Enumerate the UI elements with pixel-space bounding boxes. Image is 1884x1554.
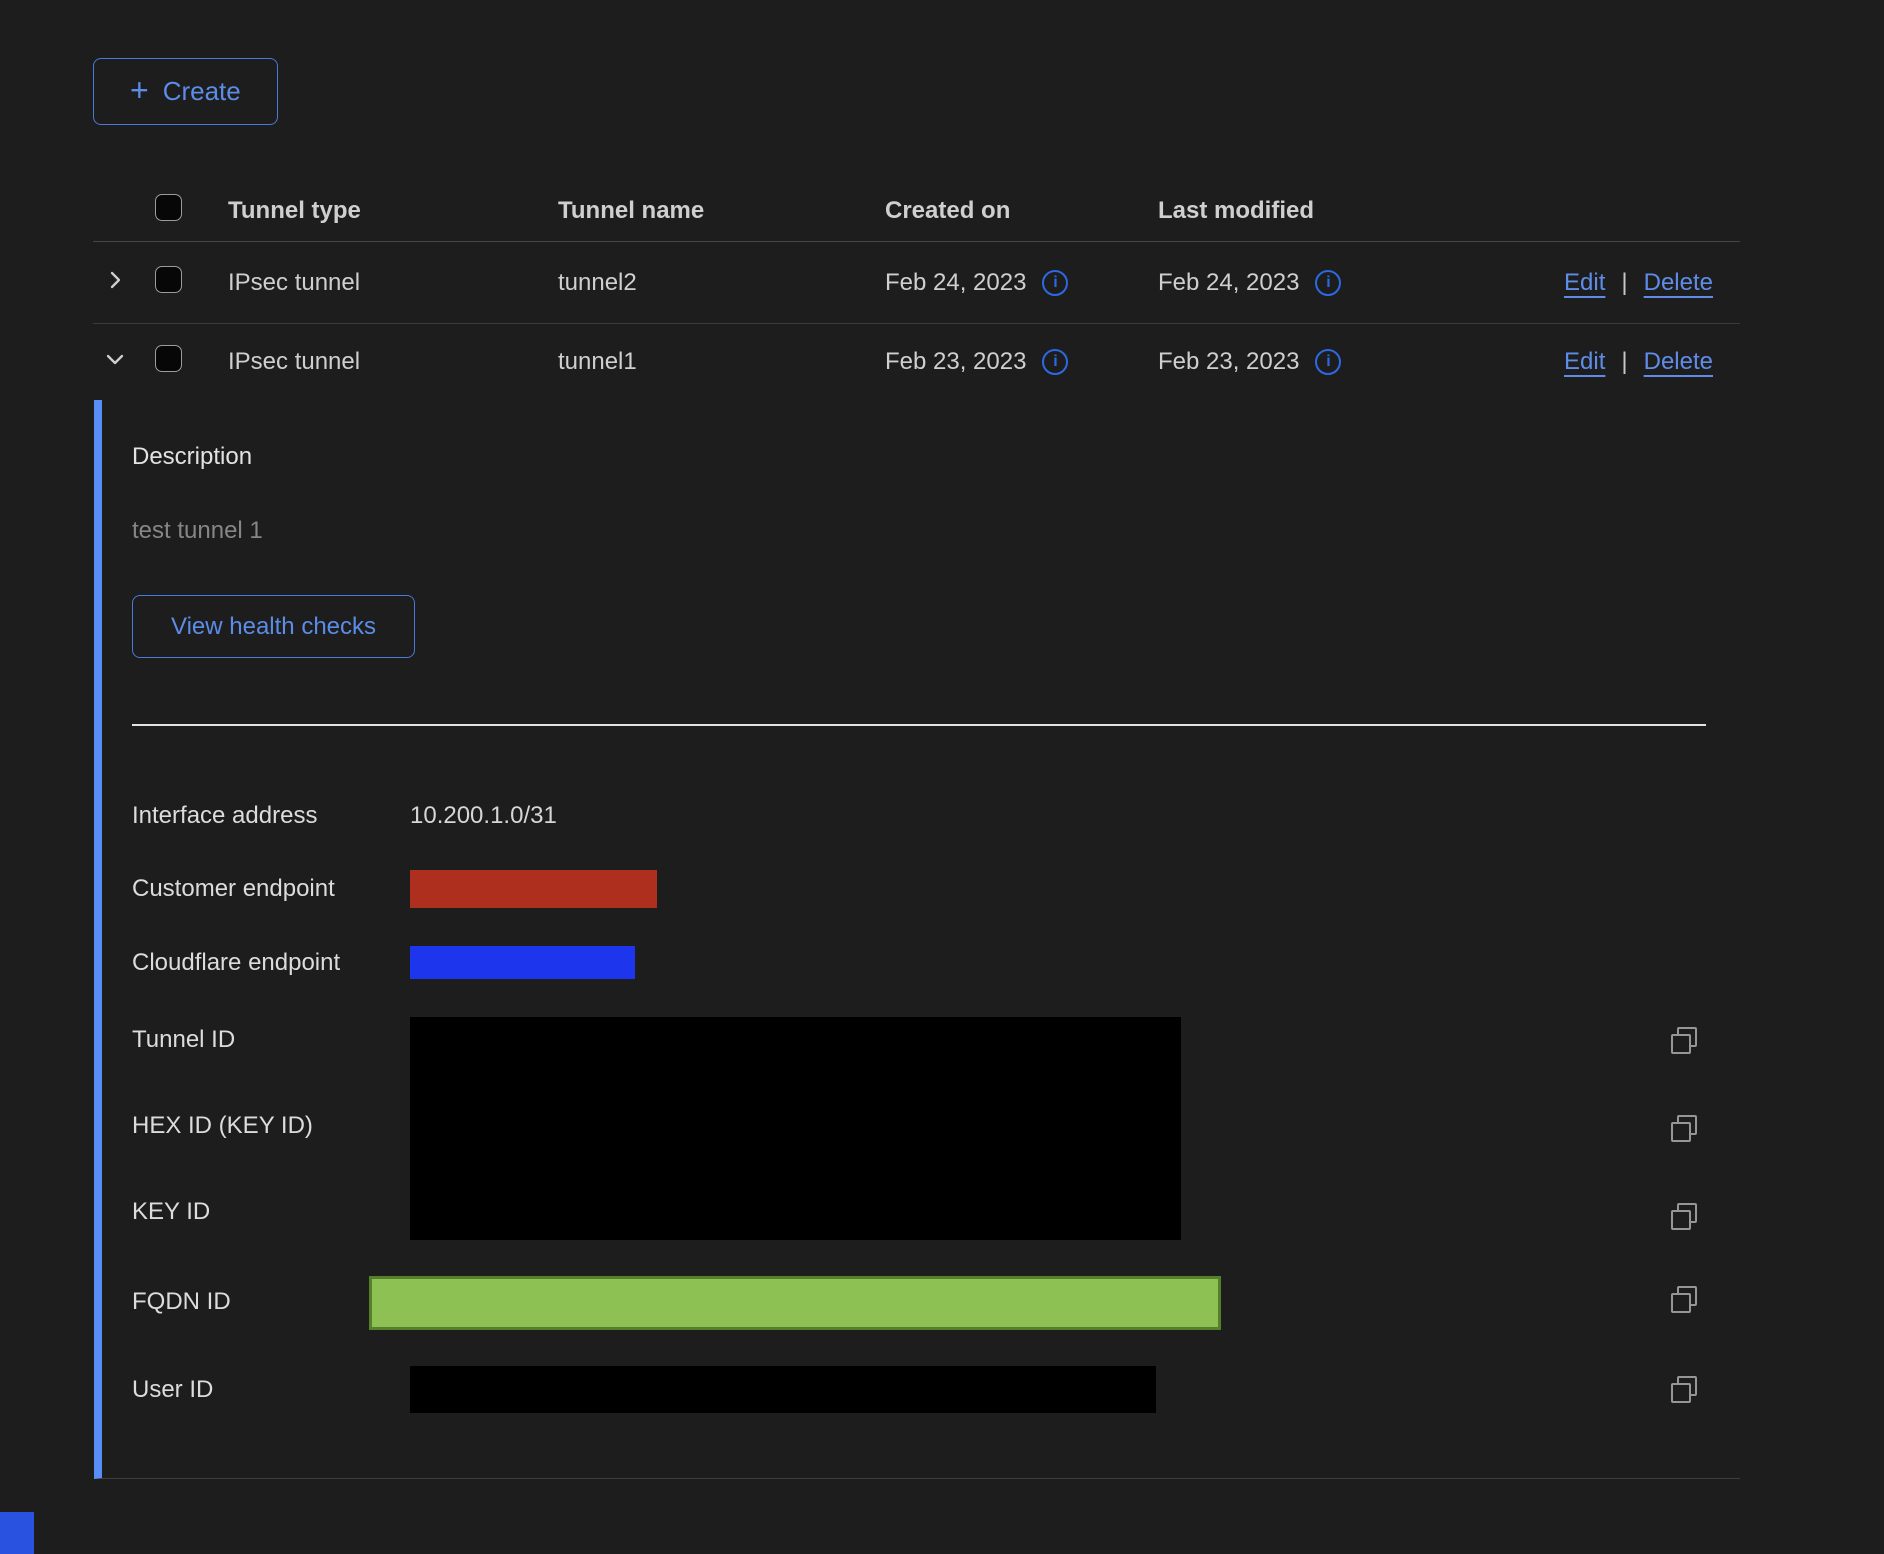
user-id-label: User ID: [132, 1376, 410, 1404]
tunnels-table: Tunnel type Tunnel name Created on Last …: [93, 180, 1740, 1479]
chevron-right-icon: [103, 268, 127, 295]
tunnel-ids-row: Tunnel ID HEX ID (KEY ID) KEY ID: [132, 1017, 1740, 1240]
create-button-label: Create: [163, 76, 241, 107]
copy-user-id-button[interactable]: [1670, 1376, 1698, 1404]
hex-id-label: HEX ID (KEY ID): [132, 1109, 410, 1143]
fqdn-id-row: FQDN ID: [132, 1276, 1740, 1330]
user-id-redaction: [410, 1366, 1156, 1413]
copy-icon: [1670, 1286, 1698, 1314]
fqdn-id-redaction: [369, 1276, 1221, 1330]
customer-endpoint-row: Customer endpoint: [132, 870, 1740, 908]
table-header-row: Tunnel type Tunnel name Created on Last …: [93, 180, 1740, 242]
last-modified-cell: Feb 24, 2023: [1158, 269, 1299, 297]
info-icon[interactable]: i: [1042, 349, 1068, 375]
interface-address-label: Interface address: [132, 802, 410, 830]
actions-separator: |: [1621, 269, 1627, 297]
copy-icon: [1670, 1203, 1698, 1231]
column-header-last-modified: Last modified: [1137, 197, 1437, 225]
interface-address-value: 10.200.1.0/31: [410, 802, 1670, 830]
created-on-cell: Feb 23, 2023: [885, 348, 1026, 376]
copy-hex-id-button[interactable]: [1670, 1115, 1698, 1143]
copy-key-id-button[interactable]: [1670, 1203, 1698, 1231]
expand-row-button[interactable]: [100, 266, 130, 296]
actions-separator: |: [1621, 348, 1627, 376]
create-button[interactable]: + Create: [93, 58, 278, 125]
copy-icon: [1670, 1376, 1698, 1404]
row-checkbox[interactable]: [155, 266, 182, 293]
copy-icon: [1670, 1115, 1698, 1143]
copy-tunnel-id-button[interactable]: [1670, 1027, 1698, 1055]
tunnel-type-cell: IPsec tunnel: [207, 269, 537, 297]
info-icon[interactable]: i: [1315, 270, 1341, 296]
table-row-tunnel1: IPsec tunnel tunnel1 Feb 23, 2023 i Feb …: [93, 324, 1740, 400]
view-health-checks-button[interactable]: View health checks: [132, 595, 415, 658]
expanded-tunnel-panel: Description test tunnel 1 View health ch…: [94, 400, 1740, 1479]
edit-link[interactable]: Edit: [1564, 348, 1605, 376]
description-label: Description: [132, 443, 1740, 471]
key-id-label: KEY ID: [132, 1195, 410, 1229]
description-value: test tunnel 1: [132, 517, 1740, 545]
customer-endpoint-label: Customer endpoint: [132, 875, 410, 903]
chevron-down-icon: [103, 347, 127, 374]
customer-endpoint-redaction: [410, 870, 657, 908]
column-header-created-on: Created on: [864, 197, 1137, 225]
created-on-cell: Feb 24, 2023: [885, 269, 1026, 297]
table-row-tunnel2: IPsec tunnel tunnel2 Feb 24, 2023 i Feb …: [93, 242, 1740, 324]
last-modified-cell: Feb 23, 2023: [1158, 348, 1299, 376]
copy-icon: [1670, 1027, 1698, 1055]
edit-link[interactable]: Edit: [1564, 269, 1605, 297]
cloudflare-endpoint-label: Cloudflare endpoint: [132, 949, 410, 977]
collapse-row-button[interactable]: [100, 346, 130, 376]
select-all-checkbox[interactable]: [155, 194, 182, 221]
tunnel-id-label: Tunnel ID: [132, 1023, 410, 1057]
tunnels-page: + Create Tunnel type Tunnel name Created…: [0, 0, 1740, 1479]
copy-fqdn-id-button[interactable]: [1670, 1286, 1698, 1314]
info-icon[interactable]: i: [1315, 349, 1341, 375]
column-header-tunnel-type: Tunnel type: [207, 197, 537, 225]
tunnel-name-cell: tunnel1: [537, 348, 864, 376]
row-checkbox[interactable]: [155, 345, 182, 372]
interface-address-row: Interface address 10.200.1.0/31: [132, 794, 1740, 838]
plus-icon: +: [130, 74, 149, 106]
column-header-tunnel-name: Tunnel name: [537, 197, 864, 225]
user-id-row: User ID: [132, 1366, 1740, 1413]
info-icon[interactable]: i: [1042, 270, 1068, 296]
cloudflare-endpoint-row: Cloudflare endpoint: [132, 946, 1740, 979]
tunnel-type-cell: IPsec tunnel: [207, 348, 537, 376]
ids-redaction: [410, 1017, 1181, 1240]
delete-link[interactable]: Delete: [1644, 269, 1713, 297]
tunnel-name-cell: tunnel2: [537, 269, 864, 297]
delete-link[interactable]: Delete: [1644, 348, 1713, 376]
cloudflare-endpoint-redaction: [410, 946, 635, 979]
section-divider: [132, 724, 1706, 726]
redaction-block-corner: [0, 1512, 34, 1554]
